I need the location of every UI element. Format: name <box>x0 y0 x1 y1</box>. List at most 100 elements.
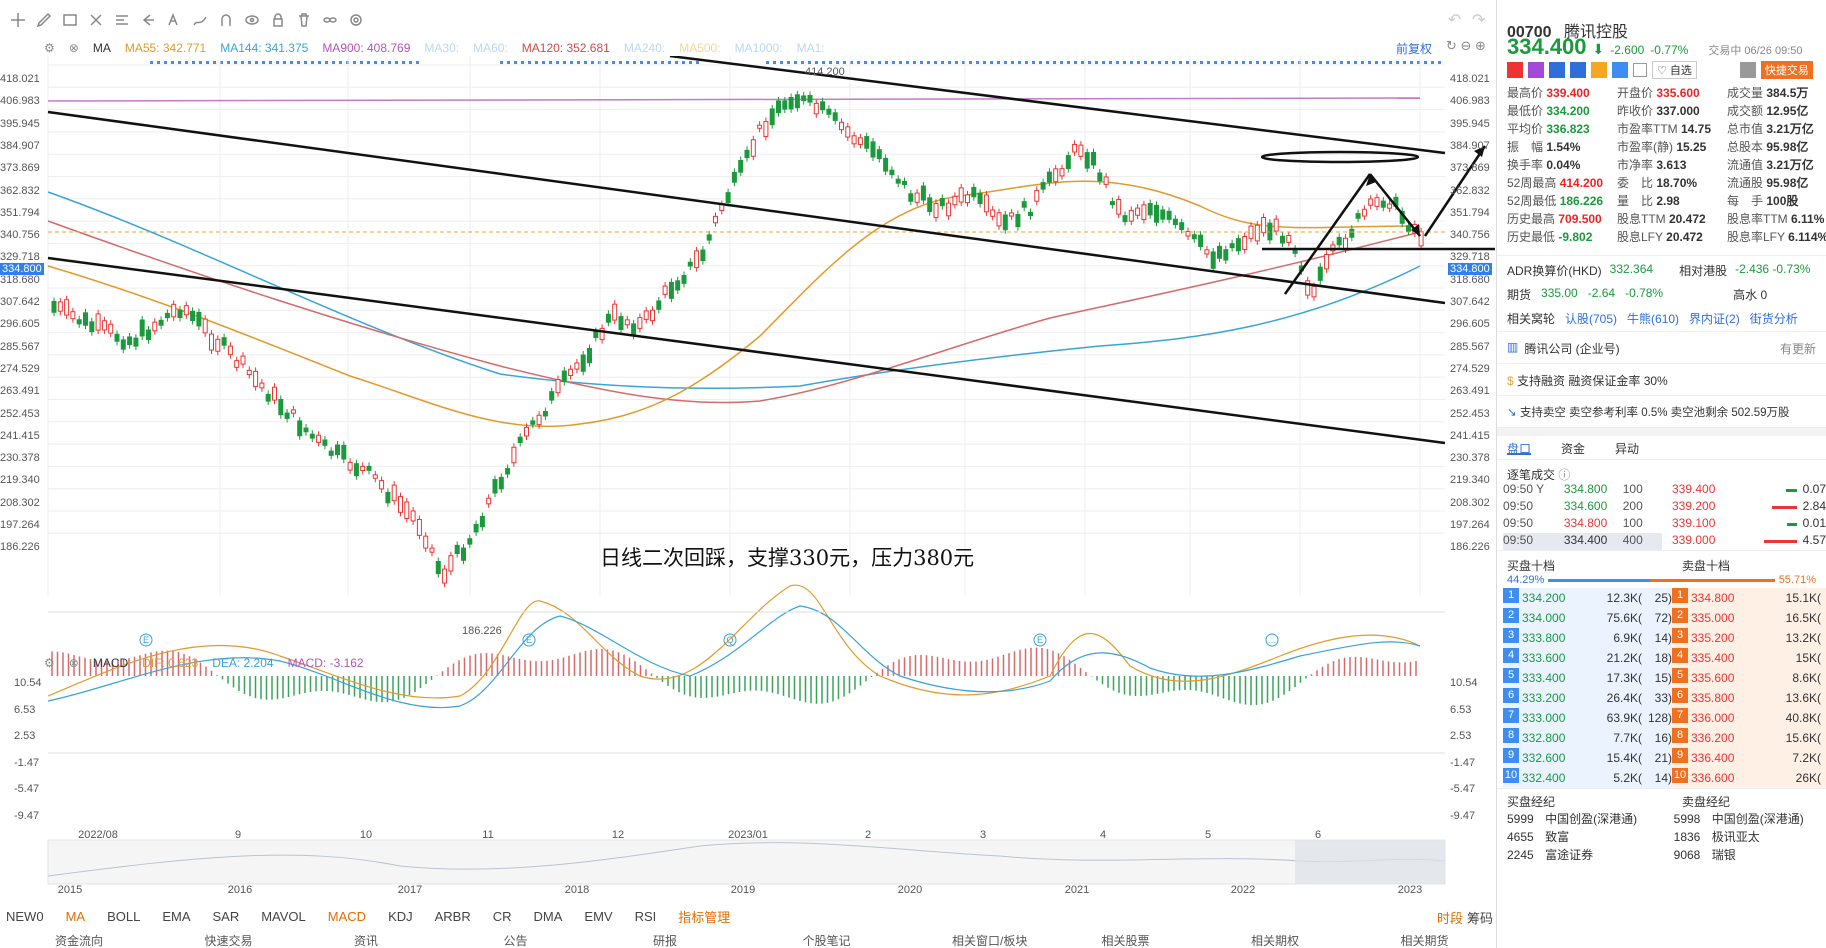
macd-close-icon[interactable]: ⊗ <box>69 656 79 670</box>
warrant-call-link[interactable]: 认股(705) <box>1565 310 1617 327</box>
ask-level[interactable]: 4 335.400 15K( <box>1672 648 1826 668</box>
tag-icon[interactable] <box>1612 62 1628 78</box>
tab-capital[interactable]: 资金 <box>1561 440 1585 456</box>
bottom-tab[interactable]: 公告 <box>449 932 599 948</box>
time-period-button[interactable]: 时段 <box>1437 908 1463 927</box>
link-stock-icon[interactable] <box>1591 62 1607 78</box>
crosshair-icon[interactable] <box>6 6 30 34</box>
bid-level[interactable]: 2 334.000 75.6K(72) <box>1503 608 1672 628</box>
eye-icon[interactable] <box>240 6 264 34</box>
buy-broker-name[interactable]: 中国创盈(深港通) <box>1545 810 1674 828</box>
buy-broker-id[interactable]: 5999 <box>1507 810 1545 828</box>
indicator-tab-rsi[interactable]: RSI <box>635 909 657 924</box>
undo-icon[interactable]: ↶ <box>1448 10 1461 30</box>
bottom-tab[interactable]: 快速交易 <box>150 932 300 948</box>
warrant-cbbc-link[interactable]: 牛熊(610) <box>1627 310 1679 327</box>
indicator-tab-ma[interactable]: MA <box>66 909 86 924</box>
indicator-tab-ema[interactable]: EMA <box>162 909 190 924</box>
redo-icon[interactable]: ↷ <box>1472 10 1485 30</box>
ask-level[interactable]: 2 335.000 16.5K( <box>1672 608 1826 628</box>
hk-icon[interactable] <box>1507 62 1523 78</box>
indicator-tab-arbr[interactable]: ARBR <box>435 909 471 924</box>
bid-level[interactable]: 8 332.800 7.7K(16) <box>1503 728 1672 748</box>
bell-icon[interactable] <box>1739 62 1756 78</box>
zoom-controls-icon[interactable]: ↻ ⊖ ⊕ <box>1446 38 1486 54</box>
indicator-tab-dma[interactable]: DMA <box>534 909 563 924</box>
macd-gear-icon[interactable]: ⚙ <box>44 656 55 670</box>
ruler-icon[interactable] <box>110 6 134 34</box>
overview-window[interactable] <box>1295 840 1445 884</box>
indicator-tab-sar[interactable]: SAR <box>212 909 239 924</box>
bottom-tab[interactable]: 相关窗口/板块 <box>897 932 1047 948</box>
company-account[interactable]: 腾讯公司 (企业号) <box>1524 340 1619 356</box>
bid-level[interactable]: 9 332.600 15.4K(21) <box>1503 748 1672 768</box>
indicator-tab-mavol[interactable]: MAVOL <box>261 909 306 924</box>
ask-level[interactable]: 3 335.200 13.2K( <box>1672 628 1826 648</box>
bottom-tab[interactable]: 相关期货 <box>1346 932 1496 948</box>
pen-icon[interactable] <box>32 6 56 34</box>
macd-type-label[interactable]: MACD <box>93 656 128 670</box>
tab-movement[interactable]: 异动 <box>1615 440 1639 456</box>
adjust-mode-button[interactable]: 前复权 <box>1396 40 1432 57</box>
bid-level[interactable]: 1 334.200 12.3K(25) <box>1503 588 1672 608</box>
indicator-tab-macd[interactable]: MACD <box>328 909 366 924</box>
rect-icon[interactable] <box>58 6 82 34</box>
bottom-tab[interactable]: 相关期权 <box>1196 932 1346 948</box>
indicator-tab-emv[interactable]: EMV <box>584 909 612 924</box>
buy-broker-id[interactable]: 4655 <box>1507 828 1545 846</box>
ask-level[interactable]: 5 335.600 8.6K( <box>1672 668 1826 688</box>
ask-level[interactable]: 10 336.600 26K( <box>1672 768 1826 788</box>
arrow-icon[interactable] <box>136 6 160 34</box>
bottom-tab[interactable]: 个股笔记 <box>748 932 898 948</box>
settings-icon[interactable] <box>344 6 368 34</box>
tab-orderbook[interactable]: 盘口 <box>1507 440 1532 456</box>
ask-level[interactable]: 7 336.000 40.8K( <box>1672 708 1826 728</box>
warrant-inline-link[interactable]: 界内证(2) <box>1689 310 1740 327</box>
bottom-tab[interactable]: 研报 <box>598 932 748 948</box>
indicator-tab-boll[interactable]: BOLL <box>107 909 140 924</box>
bid-level[interactable]: 7 333.000 63.9K(128) <box>1503 708 1672 728</box>
bid-level[interactable]: 4 333.600 21.2K(18) <box>1503 648 1672 668</box>
indicator-tab-cr[interactable]: CR <box>493 909 512 924</box>
chips-button[interactable]: 筹码 <box>1467 908 1493 927</box>
ask-level[interactable]: 6 335.800 13.6K( <box>1672 688 1826 708</box>
sell-broker-id[interactable]: 5998 <box>1674 810 1712 828</box>
indicator-tab-kdj[interactable]: KDJ <box>388 909 413 924</box>
chart-canvas[interactable]: E E Q E… <box>0 56 1495 901</box>
scissors-icon[interactable] <box>84 6 108 34</box>
sell-broker-name[interactable]: 极讯亚太 <box>1712 828 1826 846</box>
info-icon[interactable]: ⓘ <box>1558 468 1570 482</box>
lock-icon[interactable] <box>266 6 290 34</box>
indicator-tab-指标管理[interactable]: 指标管理 <box>678 907 730 926</box>
bid-level[interactable]: 3 333.800 6.9K(14) <box>1503 628 1672 648</box>
gear-icon[interactable]: ⚙ <box>44 41 55 55</box>
cross-icon[interactable] <box>1549 62 1565 78</box>
text-icon[interactable] <box>162 6 186 34</box>
note-icon[interactable] <box>1633 63 1647 77</box>
bottom-tab[interactable]: 资讯 <box>299 932 449 948</box>
warrant-analysis-link[interactable]: 街货分析 <box>1750 310 1798 327</box>
ask-level[interactable]: 8 336.200 15.6K( <box>1672 728 1826 748</box>
bid-level[interactable]: 5 333.400 17.3K(15) <box>1503 668 1672 688</box>
chart-icon[interactable] <box>1570 62 1586 78</box>
sell-broker-id[interactable]: 9068 <box>1674 846 1712 864</box>
quick-trade-button[interactable]: 快捷交易 <box>1760 61 1813 79</box>
bottom-tab[interactable]: 资金流向 <box>0 932 150 948</box>
indicator-tab-new0[interactable]: NEW0 <box>6 909 44 924</box>
link-icon[interactable] <box>318 6 342 34</box>
draw-icon[interactable] <box>188 6 212 34</box>
bid-level[interactable]: 10 332.400 5.2K(14) <box>1503 768 1672 788</box>
bottom-tab[interactable]: 相关股票 <box>1047 932 1197 948</box>
ask-level[interactable]: 1 334.800 15.1K( <box>1672 588 1826 608</box>
ask-level[interactable]: 9 336.400 7.2K( <box>1672 748 1826 768</box>
event-markers[interactable] <box>139 633 1279 647</box>
sell-broker-id[interactable]: 1836 <box>1674 828 1712 846</box>
magnet-icon[interactable] <box>214 6 238 34</box>
ma-type-label[interactable]: MA <box>93 41 111 55</box>
bid-level[interactable]: 6 333.200 26.4K(33) <box>1503 688 1672 708</box>
buy-broker-id[interactable]: 2245 <box>1507 846 1545 864</box>
close-icon[interactable]: ⊗ <box>69 41 79 55</box>
trash-icon[interactable] <box>292 6 316 34</box>
watchlist-button[interactable]: ♡ 自选 <box>1652 61 1697 79</box>
buy-broker-name[interactable]: 致富 <box>1545 828 1674 846</box>
